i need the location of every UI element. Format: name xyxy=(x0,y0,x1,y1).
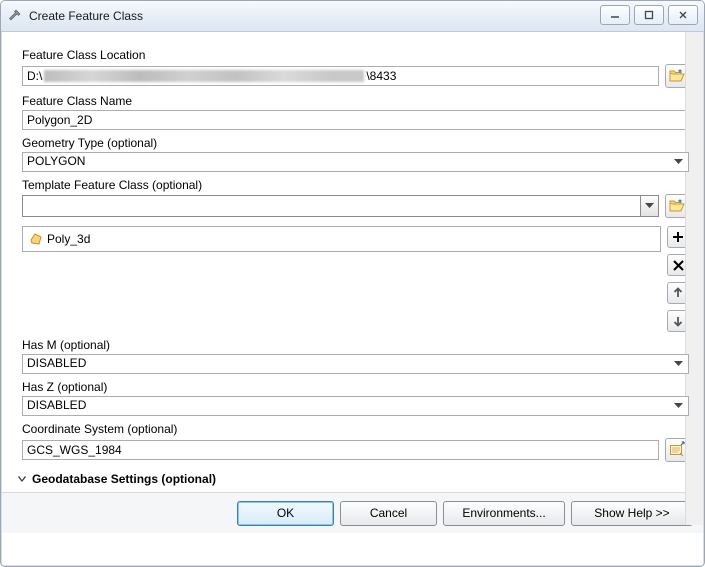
dialog-footer: OK Cancel Environments... Show Help >> xyxy=(2,492,703,533)
hasz-value: DISABLED xyxy=(27,398,86,412)
geometry-type-value: POLYGON xyxy=(27,154,85,168)
geodatabase-settings-expander[interactable]: Geodatabase Settings (optional) xyxy=(16,472,689,486)
content-area: Feature Class Location D:\ \8433 Feature… xyxy=(2,32,703,492)
name-input[interactable] xyxy=(22,110,689,130)
hasm-select[interactable]: DISABLED xyxy=(22,354,689,374)
crs-label: Coordinate System (optional) xyxy=(22,422,689,436)
open-folder-icon xyxy=(669,199,685,213)
chevron-down-icon xyxy=(671,398,686,414)
hasz-select[interactable]: DISABLED xyxy=(22,396,689,416)
hasm-value: DISABLED xyxy=(27,356,86,370)
location-input[interactable]: D:\ \8433 xyxy=(22,66,659,86)
hammer-icon xyxy=(7,8,23,24)
list-item[interactable]: Poly_3d xyxy=(29,231,654,247)
template-label: Template Feature Class (optional) xyxy=(22,178,689,192)
expander-label: Geodatabase Settings (optional) xyxy=(32,472,216,486)
vertical-scrollbar[interactable] xyxy=(685,32,703,525)
location-label: Feature Class Location xyxy=(22,48,689,62)
open-folder-icon xyxy=(669,69,685,83)
cancel-button-label: Cancel xyxy=(370,506,407,520)
crs-input[interactable] xyxy=(22,440,659,460)
arrow-down-icon xyxy=(672,315,684,327)
chevron-down-icon xyxy=(640,196,658,216)
minimize-button[interactable] xyxy=(600,5,630,25)
window-controls xyxy=(600,5,698,25)
cancel-button[interactable]: Cancel xyxy=(340,501,437,526)
x-icon xyxy=(673,260,684,271)
chevron-down-icon xyxy=(671,154,686,170)
hasm-label: Has M (optional) xyxy=(22,338,689,352)
location-path-prefix: D:\ xyxy=(27,69,42,83)
location-path-suffix: \8433 xyxy=(366,69,396,83)
geometry-type-select[interactable]: POLYGON xyxy=(22,152,689,172)
arrow-up-icon xyxy=(672,287,684,299)
chevron-down-icon xyxy=(16,473,28,485)
template-listbox[interactable]: Poly_3d xyxy=(22,226,661,252)
crs-browse-icon xyxy=(669,442,685,458)
polygon-fc-icon xyxy=(29,232,43,246)
hasz-label: Has Z (optional) xyxy=(22,380,689,394)
dialog-body: Feature Class Location D:\ \8433 Feature… xyxy=(2,32,703,565)
dialog-window: Create Feature Class Feature Class Locat… xyxy=(0,0,705,567)
chevron-down-icon xyxy=(671,356,686,372)
location-path-redacted xyxy=(44,70,364,82)
geometry-type-label: Geometry Type (optional) xyxy=(22,136,689,150)
window-title: Create Feature Class xyxy=(29,9,143,23)
ok-button[interactable]: OK xyxy=(237,501,334,526)
name-label: Feature Class Name xyxy=(22,94,689,108)
show-help-button-label: Show Help >> xyxy=(594,506,669,520)
environments-button[interactable]: Environments... xyxy=(443,501,565,526)
ok-button-label: OK xyxy=(277,506,294,520)
template-combo[interactable] xyxy=(22,195,659,217)
show-help-button[interactable]: Show Help >> xyxy=(571,501,693,526)
maximize-button[interactable] xyxy=(634,5,664,25)
environments-button-label: Environments... xyxy=(462,506,545,520)
plus-icon xyxy=(672,231,684,243)
list-item-label: Poly_3d xyxy=(47,232,90,246)
close-button[interactable] xyxy=(668,5,698,25)
title-bar[interactable]: Create Feature Class xyxy=(1,1,704,32)
